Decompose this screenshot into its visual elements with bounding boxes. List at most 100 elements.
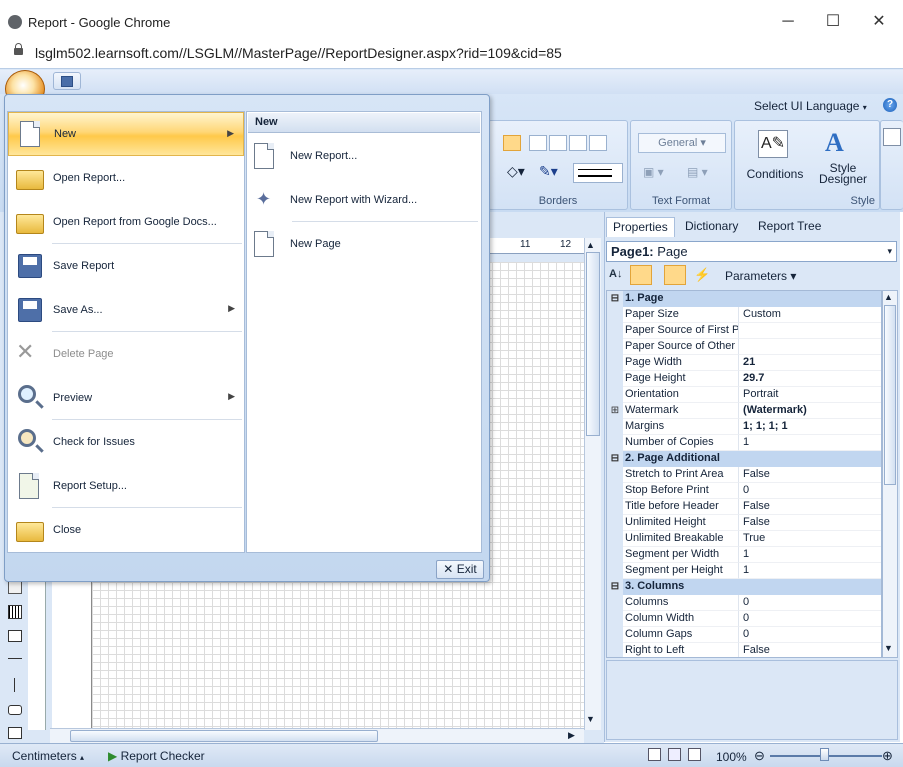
units-selector[interactable]: Centimeters ▴ <box>12 749 84 763</box>
menu-item-save-as[interactable]: Save As... ▶ <box>8 288 244 332</box>
property-value[interactable]: False <box>739 515 881 531</box>
format-icon-1[interactable]: ▣ ▾ <box>643 165 683 183</box>
property-row[interactable]: Orientation Portrait <box>607 387 881 403</box>
horizontal-scroll-thumb[interactable] <box>70 730 378 742</box>
border-outside-icon[interactable] <box>529 135 547 151</box>
scroll-right-icon[interactable]: ▶ <box>568 730 575 741</box>
object-selector[interactable]: Page1: Page ▾ <box>606 241 897 262</box>
vertical-line-tool-icon[interactable] <box>14 678 15 692</box>
image-tool-icon[interactable] <box>8 580 22 594</box>
property-grid-scrollbar[interactable]: ▲ ▼ <box>882 290 898 658</box>
property-value[interactable] <box>739 323 881 339</box>
menu-item-close[interactable]: Close <box>8 508 244 552</box>
property-row[interactable]: Margins 1; 1; 1; 1 <box>607 419 881 435</box>
submenu-item-new-report[interactable]: New Report... <box>250 136 478 176</box>
shape-tool-icon[interactable] <box>8 727 22 739</box>
quick-save-button[interactable] <box>53 72 81 90</box>
sort-alphabetical-icon[interactable]: A↓ <box>609 268 622 280</box>
help-icon[interactable]: ? <box>883 98 897 112</box>
collapse-icon[interactable]: ⊟ <box>607 291 623 307</box>
property-row[interactable]: Paper Source of First P <box>607 323 881 339</box>
page-view-icon[interactable] <box>648 748 661 761</box>
url-text[interactable]: lsglm502.learnsoft.com//LSGLM//MasterPag… <box>35 45 562 61</box>
property-row[interactable]: Page Height 29.7 <box>607 371 881 387</box>
fill-color-icon[interactable]: ◇▾ <box>507 163 525 180</box>
property-row[interactable]: Stretch to Print Area False <box>607 467 881 483</box>
report-checker-button[interactable]: ▶ Report Checker <box>108 749 205 763</box>
conditions-button[interactable]: Conditions <box>738 167 812 181</box>
property-value[interactable]: (Watermark) <box>739 403 881 419</box>
tab-report-tree[interactable]: Report Tree <box>752 217 827 237</box>
tab-dictionary[interactable]: Dictionary <box>679 217 744 237</box>
menu-item-open-google-docs[interactable]: Open Report from Google Docs... <box>8 200 244 244</box>
property-value[interactable]: 0 <box>739 483 881 499</box>
parameters-button[interactable]: Parameters ▾ <box>725 269 796 283</box>
property-value[interactable]: 1 <box>739 435 881 451</box>
border-right-icon[interactable] <box>589 135 607 151</box>
border-left-icon[interactable] <box>549 135 567 151</box>
scroll-down-icon[interactable]: ▼ <box>884 643 893 653</box>
property-value[interactable]: False <box>739 643 881 657</box>
menu-item-preview[interactable]: Preview ▶ <box>8 376 244 420</box>
style-designer-icon[interactable]: A <box>825 128 844 158</box>
property-row[interactable]: Segment per Height 1 <box>607 563 881 579</box>
zoom-slider-thumb[interactable] <box>820 748 829 761</box>
property-row[interactable]: Paper Source of Other <box>607 339 881 355</box>
property-value[interactable]: 0 <box>739 611 881 627</box>
property-row[interactable]: Right to Left False <box>607 643 881 657</box>
scroll-up-icon[interactable]: ▲ <box>884 292 893 302</box>
conditions-icon[interactable]: A✎ <box>758 130 788 158</box>
property-row[interactable]: ⊞ Watermark (Watermark) <box>607 403 881 419</box>
property-row[interactable]: Unlimited Breakable True <box>607 531 881 547</box>
minimize-button[interactable]: ─ <box>765 8 811 36</box>
border-color-icon[interactable]: ✎▾ <box>539 163 558 180</box>
menu-item-save-report[interactable]: Save Report <box>8 244 244 288</box>
property-row[interactable]: Number of Copies 1 <box>607 435 881 451</box>
close-window-button[interactable]: ✕ <box>856 8 902 36</box>
category-row[interactable]: ⊟ 2. Page Additional <box>607 451 881 467</box>
maximize-button[interactable]: ☐ <box>810 8 856 36</box>
zoom-out-icon[interactable]: ⊖ <box>754 748 765 764</box>
property-row[interactable]: Column Width 0 <box>607 611 881 627</box>
scroll-up-icon[interactable]: ▲ <box>586 240 595 250</box>
property-row[interactable]: Unlimited Height False <box>607 515 881 531</box>
property-row[interactable]: Title before Header False <box>607 499 881 515</box>
menu-item-check-issues[interactable]: Check for Issues <box>8 420 244 464</box>
exit-button[interactable]: ✕ Exit <box>436 560 484 579</box>
property-row[interactable]: Paper Size Custom <box>607 307 881 323</box>
zoom-in-icon[interactable]: ⊕ <box>882 748 893 764</box>
expand-icon[interactable]: ⊞ <box>607 403 623 419</box>
property-value[interactable]: 1; 1; 1; 1 <box>739 419 881 435</box>
property-value[interactable] <box>739 339 881 355</box>
select-ui-language[interactable]: Select UI Language ▾ <box>754 99 867 113</box>
format-icon-2[interactable]: ▤ ▾ <box>687 165 727 183</box>
property-value[interactable]: 0 <box>739 595 881 611</box>
property-row[interactable]: Segment per Width 1 <box>607 547 881 563</box>
property-value[interactable]: 1 <box>739 547 881 563</box>
rounded-rectangle-tool-icon[interactable] <box>8 705 22 715</box>
property-value[interactable]: Portrait <box>739 387 881 403</box>
sort-category-icon[interactable] <box>630 265 652 285</box>
property-value[interactable]: False <box>739 499 881 515</box>
horizontal-line-tool-icon[interactable] <box>8 658 22 659</box>
property-value[interactable]: 21 <box>739 355 881 371</box>
scroll-down-icon[interactable]: ▼ <box>586 714 595 724</box>
properties-view-icon[interactable] <box>664 265 686 285</box>
property-value[interactable]: True <box>739 531 881 547</box>
border-style-dropdown[interactable] <box>573 163 623 183</box>
category-row[interactable]: ⊟ 3. Columns <box>607 579 881 595</box>
tab-properties[interactable]: Properties <box>606 217 675 237</box>
property-value[interactable]: 29.7 <box>739 371 881 387</box>
code-view-icon[interactable] <box>688 748 701 761</box>
menu-item-open-report[interactable]: Open Report... <box>8 156 244 200</box>
preview-view-icon[interactable] <box>668 748 681 761</box>
designer-vertical-scrollbar[interactable]: ▲ ▼ <box>584 238 601 730</box>
menu-item-new[interactable]: New ▶ <box>8 112 244 156</box>
menu-item-report-setup[interactable]: Report Setup... <box>8 464 244 508</box>
submenu-item-new-page[interactable]: New Page <box>250 224 478 264</box>
border-all-icon[interactable] <box>503 135 521 151</box>
category-row[interactable]: ⊟ 1. Page <box>607 291 881 307</box>
property-row[interactable]: Stop Before Print 0 <box>607 483 881 499</box>
rectangle-tool-icon[interactable] <box>8 630 22 642</box>
barcode-tool-icon[interactable] <box>8 605 22 619</box>
